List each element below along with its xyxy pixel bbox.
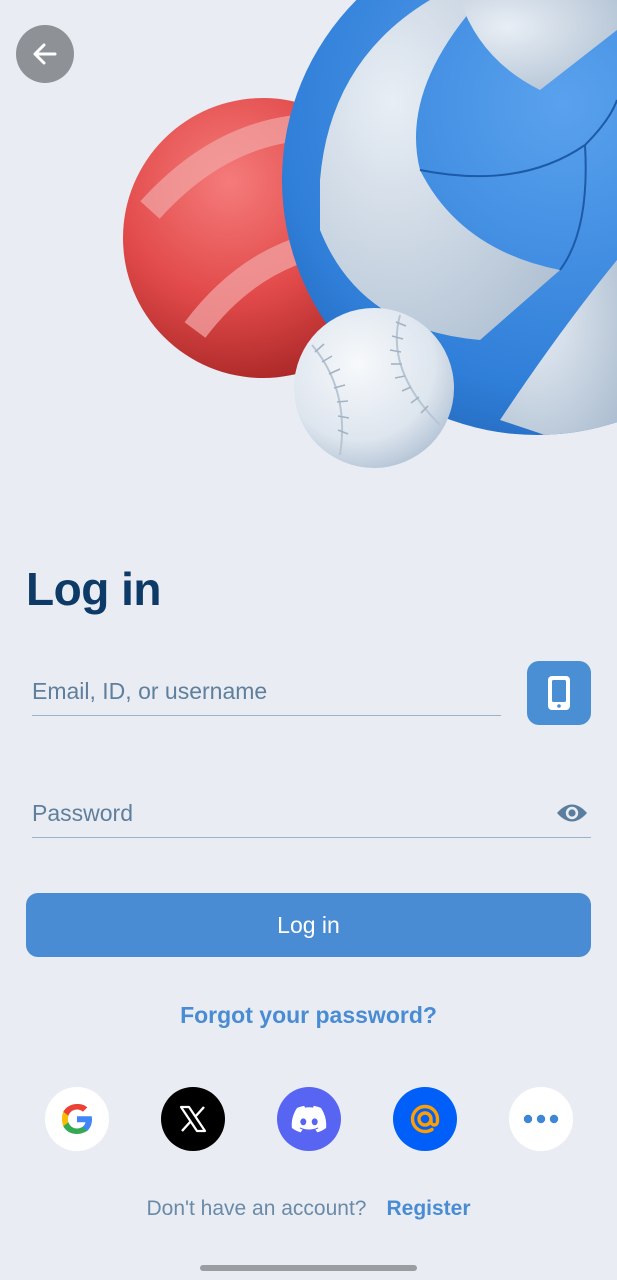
arrow-left-icon	[33, 43, 57, 65]
phone-icon	[548, 676, 570, 710]
register-link[interactable]: Register	[386, 1197, 470, 1221]
mail-login-button[interactable]	[393, 1087, 457, 1151]
password-input[interactable]	[32, 790, 591, 837]
show-password-button[interactable]	[553, 797, 591, 829]
eye-icon	[557, 804, 587, 822]
x-login-button[interactable]	[161, 1087, 225, 1151]
baseball-icon	[294, 308, 454, 468]
back-button[interactable]	[16, 25, 74, 83]
more-icon	[523, 1114, 559, 1124]
login-button[interactable]: Log in	[26, 893, 591, 957]
more-options-button[interactable]	[509, 1087, 573, 1151]
google-icon	[62, 1104, 92, 1134]
phone-login-button[interactable]	[527, 661, 591, 725]
x-icon	[179, 1105, 207, 1133]
register-prompt: Don't have an account? Register	[0, 1197, 617, 1221]
email-field-container	[32, 668, 501, 716]
no-account-text: Don't have an account?	[146, 1197, 367, 1220]
email-input[interactable]	[32, 668, 501, 715]
page-title: Log in	[26, 563, 161, 615]
google-login-button[interactable]	[45, 1087, 109, 1151]
forgot-password-link[interactable]: Forgot your password?	[0, 1002, 617, 1029]
discord-login-button[interactable]	[277, 1087, 341, 1151]
password-field-container	[32, 790, 591, 838]
sports-balls-illustration	[123, 0, 617, 468]
mail-at-icon	[410, 1104, 440, 1134]
home-indicator[interactable]	[200, 1265, 417, 1271]
discord-icon	[291, 1105, 327, 1133]
login-screen: Log in Log in Forgot your password?	[0, 0, 617, 1280]
